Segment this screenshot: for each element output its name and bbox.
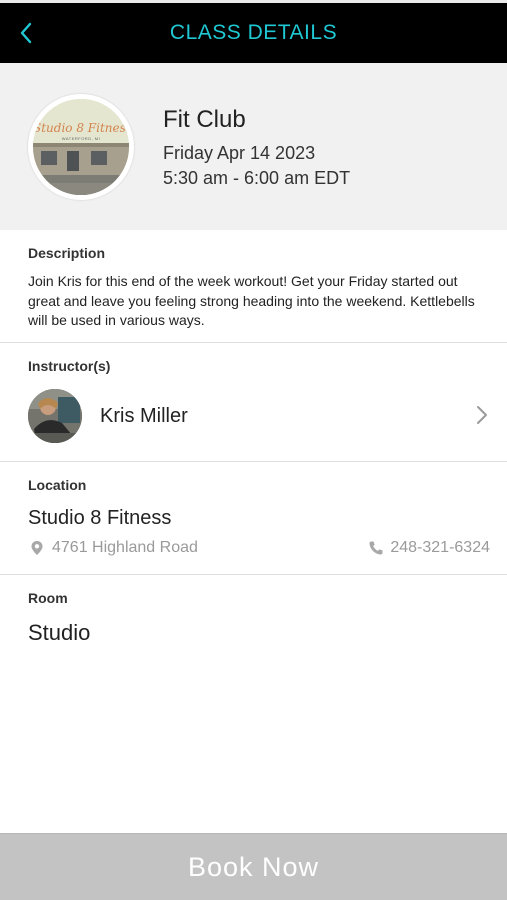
description-section: Description Join Kris for this end of th… xyxy=(0,230,507,343)
class-time: 5:30 am - 6:00 am EDT xyxy=(163,168,351,188)
instructors-label: Instructor(s) xyxy=(28,358,111,374)
top-bar: CLASS DETAILS xyxy=(0,3,507,63)
instructor-name: Kris Miller xyxy=(100,405,188,427)
location-label: Location xyxy=(28,477,87,493)
phone-icon xyxy=(368,540,384,556)
address-text: 4761 Highland Road xyxy=(52,539,198,556)
chevron-left-icon xyxy=(20,22,32,44)
book-now-label: Book Now xyxy=(187,851,320,882)
logo-subtext: WATERFORD, MI xyxy=(61,136,101,141)
class-summary: Studio 8 Fitness WATERFORD, MI Fit Club … xyxy=(0,63,507,230)
chevron-right-icon xyxy=(477,406,487,424)
room-name: Studio xyxy=(28,620,91,645)
class-name: Fit Club xyxy=(163,106,246,133)
location-phone[interactable]: 248-321-6324 xyxy=(368,539,490,557)
studio-photo xyxy=(33,99,129,195)
logo-text: Studio 8 Fitness xyxy=(33,121,129,135)
map-pin-icon xyxy=(30,540,46,556)
location-address[interactable]: 4761 Highland Road xyxy=(30,539,198,557)
back-button[interactable] xyxy=(10,13,42,53)
studio-logo: Studio 8 Fitness WATERFORD, MI xyxy=(28,94,134,200)
room-section: Room Studio xyxy=(0,575,507,665)
avatar xyxy=(28,389,82,443)
instructor-row[interactable]: Instructor(s) Kris Miller xyxy=(0,343,507,462)
location-section: Location Studio 8 Fitness 4761 Highland … xyxy=(0,462,507,575)
page-title: CLASS DETAILS xyxy=(169,21,338,44)
phone-text: 248-321-6324 xyxy=(390,539,490,556)
description-label: Description xyxy=(28,245,106,261)
book-now-button[interactable]: Book Now xyxy=(0,833,507,900)
description-text: Join Kris for this end of the week worko… xyxy=(28,273,475,328)
room-label: Room xyxy=(28,590,68,606)
class-date: Friday Apr 14 2023 xyxy=(163,143,316,163)
location-name: Studio 8 Fitness xyxy=(28,507,172,529)
